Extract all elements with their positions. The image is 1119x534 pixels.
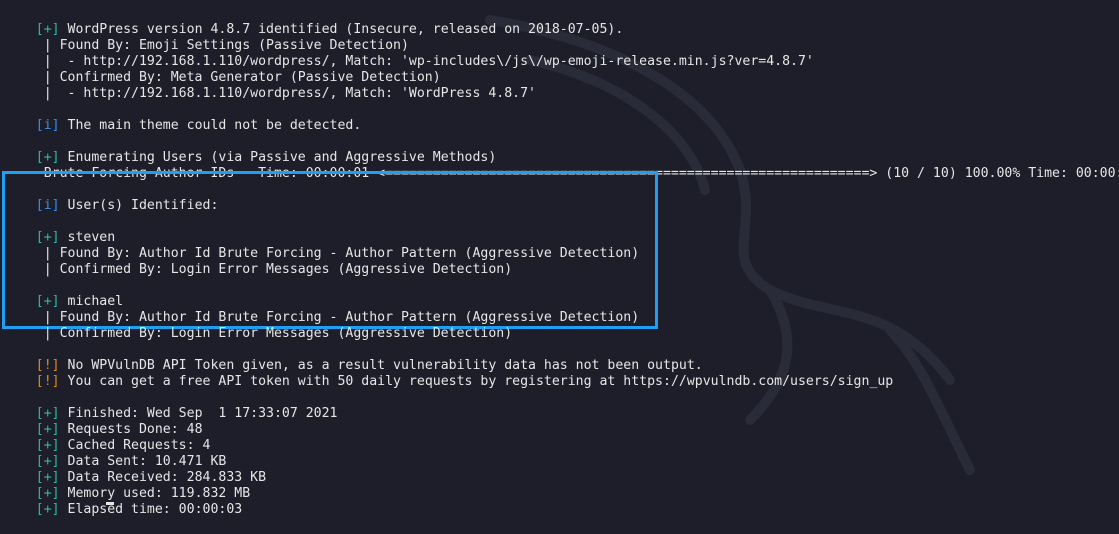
status-tag: [+]: [35, 502, 60, 517]
terminal-line-data-sent: [+] Data Sent: 10.471 KB: [4, 438, 227, 469]
line-text: | Confirmed By: Login Error Messages (Ag…: [35, 262, 513, 277]
status-tag: [i]: [35, 118, 60, 133]
terminal-line-finished: [+] Finished: Wed Sep 1 17:33:07 2021: [4, 390, 338, 421]
line-text: You can get a free API token with 50 dai…: [59, 374, 894, 389]
terminal-line-progress-bar: Brute Forcing Author IDs - Time: 00:00:0…: [4, 150, 1119, 181]
line-text: User(s) Identified:: [59, 198, 219, 213]
terminal-line-user-michael: [+] michael: [4, 278, 123, 309]
terminal-line-theme: [i] The main theme could not be detected…: [4, 102, 362, 133]
terminal-line-michael-found-by: | Found By: Author Id Brute Forcing - Au…: [4, 294, 639, 325]
status-tag: [i]: [35, 198, 60, 213]
terminal-line-match-generator: | - http://192.168.1.110/wordpress/, Mat…: [4, 70, 536, 101]
terminal-line-wp-version: [+] WordPress version 4.8.7 identified (…: [4, 6, 624, 37]
terminal-window[interactable]: [+] WordPress version 4.8.7 identified (…: [0, 0, 1119, 517]
terminal-line-requests-done: [+] Requests Done: 48: [4, 406, 203, 437]
terminal-line-elapsed-time: [+] Elapsed time: 00:00:03: [4, 486, 242, 517]
line-text: | - http://192.168.1.110/wordpress/, Mat…: [35, 86, 536, 101]
terminal-line-steven-confirmed-by: | Confirmed By: Login Error Messages (Ag…: [4, 246, 512, 277]
terminal-line-found-by: | Found By: Emoji Settings (Passive Dete…: [4, 22, 409, 53]
terminal-line-confirmed-by: | Confirmed By: Meta Generator (Passive …: [4, 54, 441, 85]
terminal-line-michael-confirmed-by: | Confirmed By: Login Error Messages (Ag…: [4, 310, 512, 341]
terminal-line-user-steven: [+] steven: [4, 214, 115, 245]
terminal-line-api-warning: [!] No WPVulnDB API Token given, as a re…: [4, 342, 703, 373]
terminal-line-users-identified: [i] User(s) Identified:: [4, 182, 219, 213]
terminal-line-data-received: [+] Data Received: 284.833 KB: [4, 454, 266, 485]
terminal-line-match-url: | - http://192.168.1.110/wordpress/, Mat…: [4, 38, 814, 69]
line-text: The main theme could not be detected.: [59, 118, 362, 133]
line-text: | Confirmed By: Login Error Messages (Ag…: [35, 326, 513, 341]
terminal-line-enum-users: [+] Enumerating Users (via Passive and A…: [4, 134, 497, 165]
terminal-line-steven-found-by: | Found By: Author Id Brute Forcing - Au…: [4, 230, 639, 261]
terminal-line-memory-used: [+] Memory used: 119.832 MB: [4, 470, 250, 501]
terminal-line-api-signup: [!] You can get a free API token with 50…: [4, 358, 893, 389]
status-tag: [!]: [35, 374, 60, 389]
terminal-line-cached-requests: [+] Cached Requests: 4: [4, 422, 211, 453]
line-text: Elapsed time: 00:00:03: [59, 502, 243, 517]
